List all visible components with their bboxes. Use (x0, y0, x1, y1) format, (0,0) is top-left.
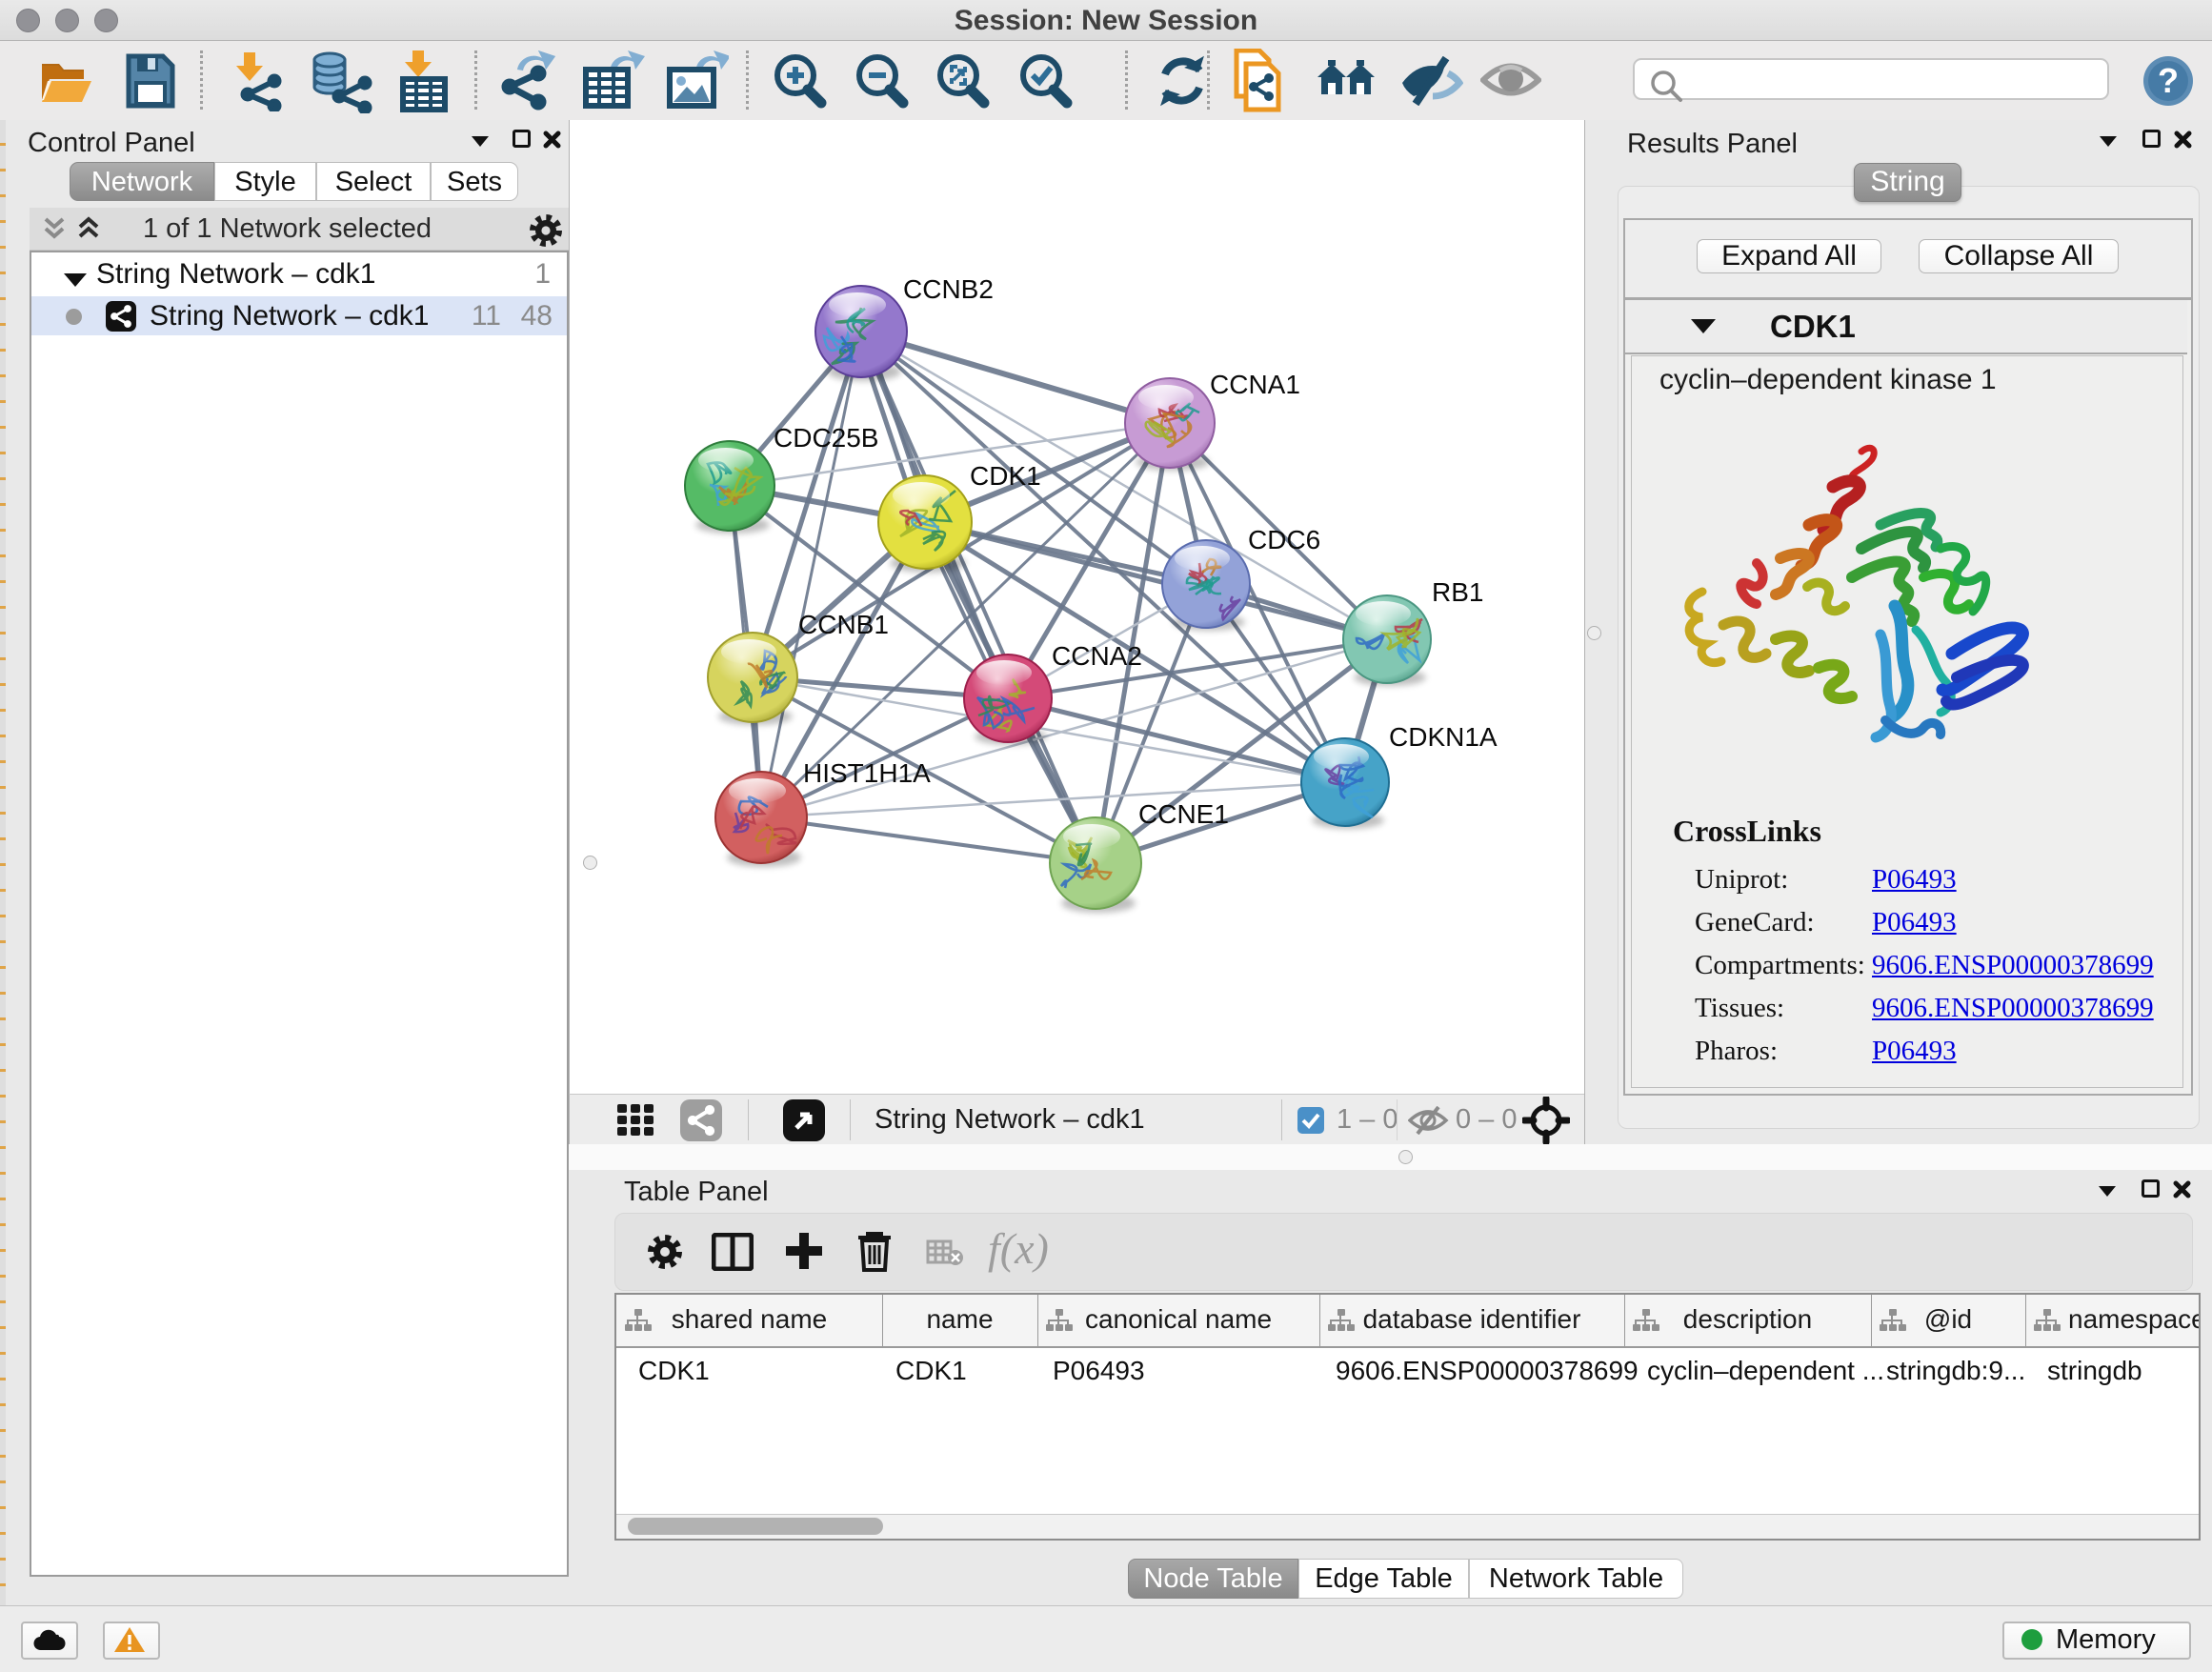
svg-text:CDC6: CDC6 (1248, 525, 1320, 554)
svg-text:?: ? (2158, 61, 2179, 100)
svg-text:RB1: RB1 (1432, 577, 1483, 607)
svg-text:CDKN1A: CDKN1A (1389, 722, 1498, 752)
svg-text:CCNE1: CCNE1 (1138, 799, 1229, 829)
svg-text:HIST1H1A: HIST1H1A (803, 758, 931, 788)
svg-text:CDK1: CDK1 (970, 461, 1041, 491)
svg-text:CCNB2: CCNB2 (903, 274, 994, 304)
svg-text:CCNB1: CCNB1 (798, 610, 889, 639)
svg-text:CDC25B: CDC25B (774, 423, 878, 453)
svg-text:CCNA2: CCNA2 (1052, 641, 1142, 671)
svg-text:CCNA1: CCNA1 (1210, 370, 1300, 399)
